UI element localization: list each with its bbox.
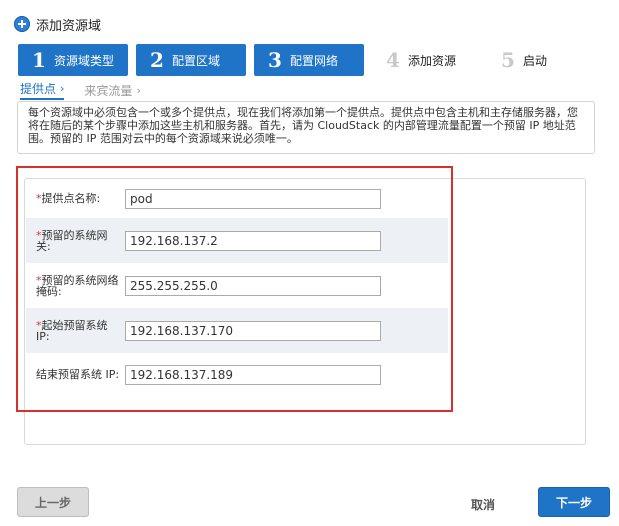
step-label: 资源域类型	[54, 53, 115, 68]
plus-circle-icon	[14, 16, 30, 32]
step-number: 4	[386, 48, 400, 72]
field-label: *预留的系统网关:	[36, 228, 108, 253]
wizard-steps: 1 资源域类型 2 配置区域 3 配置网络 4 添加资源 5 启动	[18, 44, 602, 76]
field-label: *预留的系统网络掩码:	[36, 273, 119, 298]
step-label: 配置区域	[172, 53, 221, 68]
network-subtabs: 提供点 › 来宾流量 ›	[20, 80, 161, 100]
dialog-title-bar: 添加资源域	[14, 14, 101, 34]
chevron-right-icon: ›	[60, 82, 65, 95]
dialog-title: 添加资源域	[36, 18, 102, 34]
step-label: 配置网络	[290, 53, 339, 68]
reserved-gateway-input[interactable]	[125, 230, 381, 251]
step-description: 每个资源域中必须包含一个或多个提供点，现在我们将添加第一个提供点。提供点中包含主…	[17, 101, 595, 154]
cancel-button[interactable]: 取消	[458, 489, 508, 519]
step-zone-type[interactable]: 1 资源域类型	[18, 44, 128, 76]
subtab-label: 来宾流量	[84, 83, 133, 98]
previous-button[interactable]: 上一步	[17, 487, 89, 517]
field-label: *起始预留系统 IP:	[36, 318, 108, 343]
step-number: 5	[501, 48, 515, 72]
step-number: 1	[32, 48, 46, 72]
step-launch: 5 启动	[487, 44, 602, 76]
start-reserved-ip-input[interactable]	[125, 320, 381, 341]
step-label: 添加资源	[408, 53, 457, 68]
form-row-reserved-netmask: *预留的系统网络掩码:	[26, 263, 448, 308]
field-label: 结束预留系统 IP:	[36, 368, 120, 381]
step-label: 启动	[523, 53, 548, 68]
form-row-reserved-gateway: *预留的系统网关:	[26, 218, 448, 263]
form-row-end-reserved-ip: 结束预留系统 IP:	[26, 352, 448, 397]
next-button[interactable]: 下一步	[538, 487, 610, 517]
end-reserved-ip-input[interactable]	[125, 364, 381, 385]
step-number: 3	[268, 48, 282, 72]
form-row-start-reserved-ip: *起始预留系统 IP:	[26, 308, 448, 353]
form-row-pod-name: *提供点名称:	[26, 176, 448, 221]
step-add-resources: 4 添加资源	[372, 44, 487, 76]
chevron-right-icon: ›	[136, 83, 141, 97]
pod-name-input[interactable]	[125, 188, 381, 209]
reserved-netmask-input[interactable]	[125, 275, 381, 296]
subtab-guest-traffic[interactable]: 来宾流量 ›	[84, 80, 140, 100]
step-number: 2	[150, 48, 164, 72]
field-label: *提供点名称:	[36, 192, 101, 205]
step-configure-network[interactable]: 3 配置网络	[254, 44, 364, 76]
subtab-label: 提供点	[20, 82, 57, 96]
subtab-pod[interactable]: 提供点 ›	[20, 80, 65, 100]
step-configure-zone[interactable]: 2 配置区域	[136, 44, 246, 76]
